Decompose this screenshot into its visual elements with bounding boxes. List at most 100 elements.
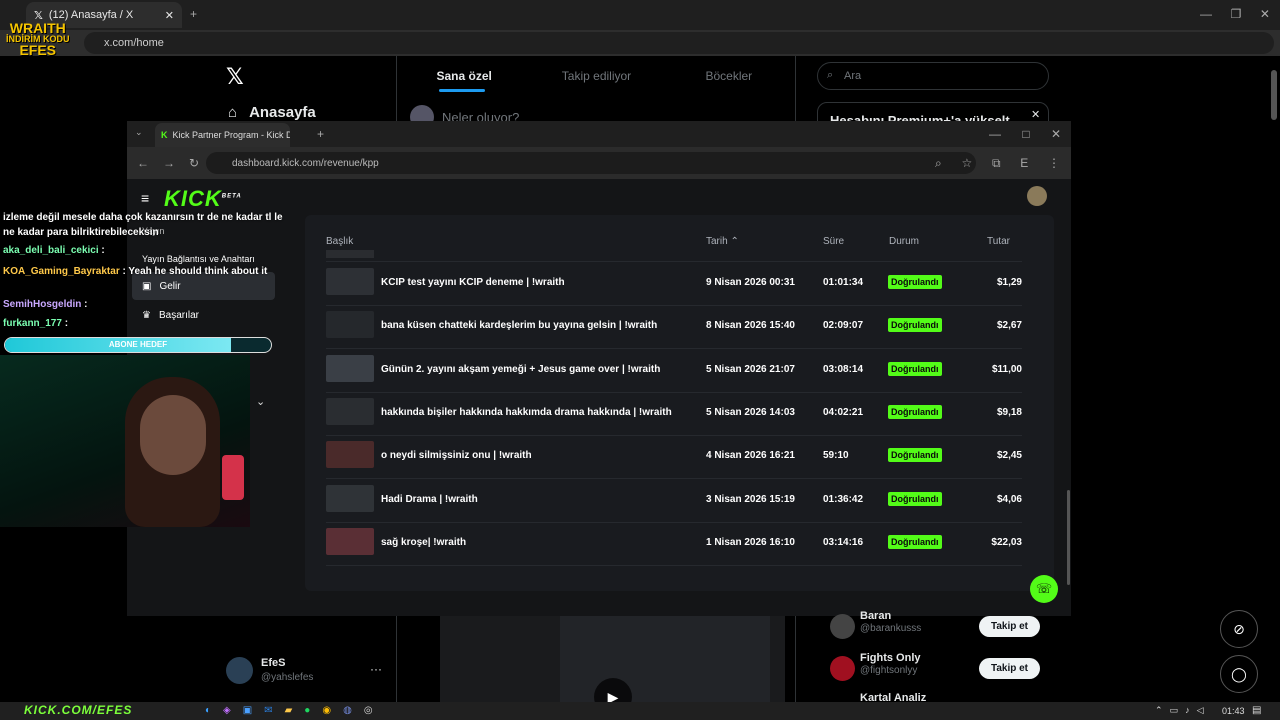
status-badge: Doğrulandı xyxy=(888,275,942,289)
support-chat-icon[interactable]: ☏ xyxy=(1030,575,1058,603)
thumbnail xyxy=(326,250,374,258)
network-icon[interactable]: ▭ xyxy=(1170,705,1179,716)
stream-title[interactable]: bana küsen chatteki kardeşlerim bu yayın… xyxy=(381,320,657,331)
table-row[interactable]: Günün 2. yayını akşam yemeği + Jesus gam… xyxy=(326,350,1022,393)
reload-icon[interactable]: ↻ xyxy=(189,156,199,170)
table-row[interactable]: o neydi silmişsiniz onu | !wraith 4 Nisan… xyxy=(326,436,1022,480)
webcam-feed xyxy=(0,355,250,527)
inner-url-field[interactable]: dashboard.kick.com/revenue/kpp xyxy=(206,152,976,174)
stream-date: 3 Nisan 2026 15:19 xyxy=(706,493,795,505)
nav-home[interactable]: ⌂ Anasayfa xyxy=(228,104,316,121)
explorer-icon[interactable]: ▰ xyxy=(285,705,293,716)
follow-button[interactable]: Takip et xyxy=(978,616,1040,637)
close-window-icon[interactable]: ✕ xyxy=(1051,127,1061,141)
hamburger-menu-icon[interactable]: ≡ xyxy=(141,190,149,206)
volume-icon[interactable]: ◁ xyxy=(1197,705,1204,716)
avatar[interactable] xyxy=(226,657,253,684)
stream-title[interactable]: sağ kroşe| !wraith xyxy=(381,537,466,548)
col-header-status[interactable]: Durum xyxy=(889,236,919,247)
grok-icon[interactable]: ⊘ xyxy=(1220,610,1258,648)
profile-icon[interactable]: E xyxy=(1020,156,1028,171)
restore-icon[interactable]: ❐ xyxy=(1231,7,1242,21)
suggestion-name: Fights Only xyxy=(860,652,921,664)
tab-list-icon[interactable]: ⌄ xyxy=(135,127,143,138)
avatar[interactable] xyxy=(1027,186,1047,206)
chrome-icon[interactable]: ◉ xyxy=(322,705,331,716)
extensions-icon[interactable]: ⧉ xyxy=(992,156,1001,171)
stream-title[interactable]: Günün 2. yayını akşam yemeği + Jesus gam… xyxy=(381,364,660,375)
video-thumbnail[interactable] xyxy=(326,441,374,469)
zoom-icon[interactable]: ⌕ xyxy=(935,156,942,171)
col-header-title[interactable]: Başlık xyxy=(326,236,353,247)
star-icon[interactable]: ☆ xyxy=(961,156,972,171)
chat-message: aka_deli_bali_cekici : xyxy=(3,245,105,256)
video-thumbnail[interactable] xyxy=(326,397,374,425)
tab-following[interactable]: Takip ediliyor xyxy=(530,60,662,94)
close-window-icon[interactable]: ✕ xyxy=(1260,7,1270,21)
maximize-icon[interactable]: □ xyxy=(1022,127,1029,141)
spotify-icon[interactable]: ● xyxy=(304,705,310,716)
video-thumbnail[interactable] xyxy=(326,527,374,555)
tab-bugs[interactable]: Böcekler xyxy=(663,60,795,94)
store-icon[interactable]: ▣ xyxy=(243,705,252,716)
system-tray: ⌃ ▭ ♪ ◁ xyxy=(1155,705,1215,716)
minimize-icon[interactable]: — xyxy=(1200,7,1212,21)
video-thumbnail[interactable] xyxy=(326,354,374,382)
new-tab-icon[interactable]: + xyxy=(317,127,324,141)
suggestion-name: Kartal Analiz xyxy=(860,692,927,702)
video-thumbnail[interactable] xyxy=(326,484,374,512)
table-row[interactable]: KCIP test yayını KCIP deneme | !wraith 9 … xyxy=(326,263,1022,306)
new-tab-icon[interactable]: + xyxy=(190,7,197,21)
table-row[interactable]: hakkında bişiler hakkında hakkımda drama… xyxy=(326,393,1022,436)
edge-icon[interactable]: ◐ xyxy=(205,705,211,716)
back-icon[interactable]: ← xyxy=(137,156,149,170)
minimize-icon[interactable]: — xyxy=(989,127,1001,141)
follow-button[interactable]: Takip et xyxy=(978,658,1040,679)
slash-circle-icon: ⊘ xyxy=(1233,620,1245,637)
brand-code: EFES xyxy=(19,42,57,58)
embedded-video-thumbnail[interactable]: ▶ xyxy=(440,616,785,716)
stream-title[interactable]: hakkında bişiler hakkında hakkımda drama… xyxy=(381,407,672,418)
close-icon[interactable]: ✕ xyxy=(165,9,174,22)
video-thumbnail[interactable] xyxy=(326,311,374,339)
premium-close-icon[interactable]: ✕ xyxy=(1031,108,1040,121)
inner-tab-title: Kick Partner Program - Kick Dash xyxy=(172,130,291,140)
menu-icon[interactable]: ⋮ xyxy=(1048,156,1060,171)
discord-icon[interactable]: ◍ xyxy=(343,705,352,716)
col-header-amount[interactable]: Tutar xyxy=(987,236,1010,247)
x-logo-icon[interactable]: 𝕏 xyxy=(226,64,244,90)
sub-goal-label: ABONE HEDEF xyxy=(108,340,168,349)
inner-tab-kick[interactable]: K Kick Partner Program - Kick Dash xyxy=(155,123,290,147)
status-badge: Doğrulandı xyxy=(888,361,942,376)
table-row[interactable]: sağ kroşe| !wraith 1 Nisan 2026 16:10 03:1… xyxy=(326,523,1022,566)
stream-date: 5 Nisan 2026 14:03 xyxy=(706,406,795,418)
stream-date: 9 Nisan 2026 00:31 xyxy=(706,277,795,288)
chevron-down-icon[interactable]: ⌄ xyxy=(256,395,265,408)
scrollbar-thumb[interactable] xyxy=(1067,490,1070,585)
more-icon[interactable]: ··· xyxy=(370,662,382,676)
outer-url-field[interactable]: x.com/home xyxy=(84,32,1274,54)
stream-title[interactable]: Hadi Drama | !wraith xyxy=(381,494,478,505)
page-scrollbar-thumb[interactable] xyxy=(1271,70,1277,120)
notifications-icon[interactable]: ▤ xyxy=(1252,705,1261,716)
stream-duration: 03:08:14 xyxy=(823,363,864,375)
x-search-input[interactable]: ⌕ Ara xyxy=(817,62,1049,90)
col-header-duration[interactable]: Süre xyxy=(823,236,844,247)
mic-icon[interactable]: ♪ xyxy=(1185,705,1190,716)
video-thumbnail[interactable] xyxy=(326,268,374,295)
copilot-icon[interactable]: ◈ xyxy=(223,705,231,716)
stream-title[interactable]: o neydi silmişsiniz onu | !wraith xyxy=(381,450,532,461)
revenue-table-panel: Başlık Tarih ⌃ Süre Durum Tutar KCIP tes… xyxy=(305,215,1054,591)
suggestion-handle: @barankusss xyxy=(860,623,922,634)
table-row[interactable]: Hadi Drama | !wraith 3 Nisan 2026 15:19 01… xyxy=(326,480,1022,523)
forward-icon[interactable]: → xyxy=(163,156,175,170)
clock: 01:43 xyxy=(1222,706,1245,716)
messages-icon[interactable]: ◯ xyxy=(1220,655,1258,693)
tray-chevron-icon[interactable]: ⌃ xyxy=(1155,705,1163,716)
col-header-date[interactable]: Tarih ⌃ xyxy=(706,236,739,247)
obs-icon[interactable]: ◎ xyxy=(364,705,373,716)
stream-duration: 03:14:16 xyxy=(823,536,864,548)
table-row[interactable]: bana küsen chatteki kardeşlerim bu yayın… xyxy=(326,306,1022,350)
outlook-icon[interactable]: ✉ xyxy=(264,705,272,716)
stream-title[interactable]: KCIP test yayını KCIP deneme | !wraith xyxy=(381,277,565,288)
